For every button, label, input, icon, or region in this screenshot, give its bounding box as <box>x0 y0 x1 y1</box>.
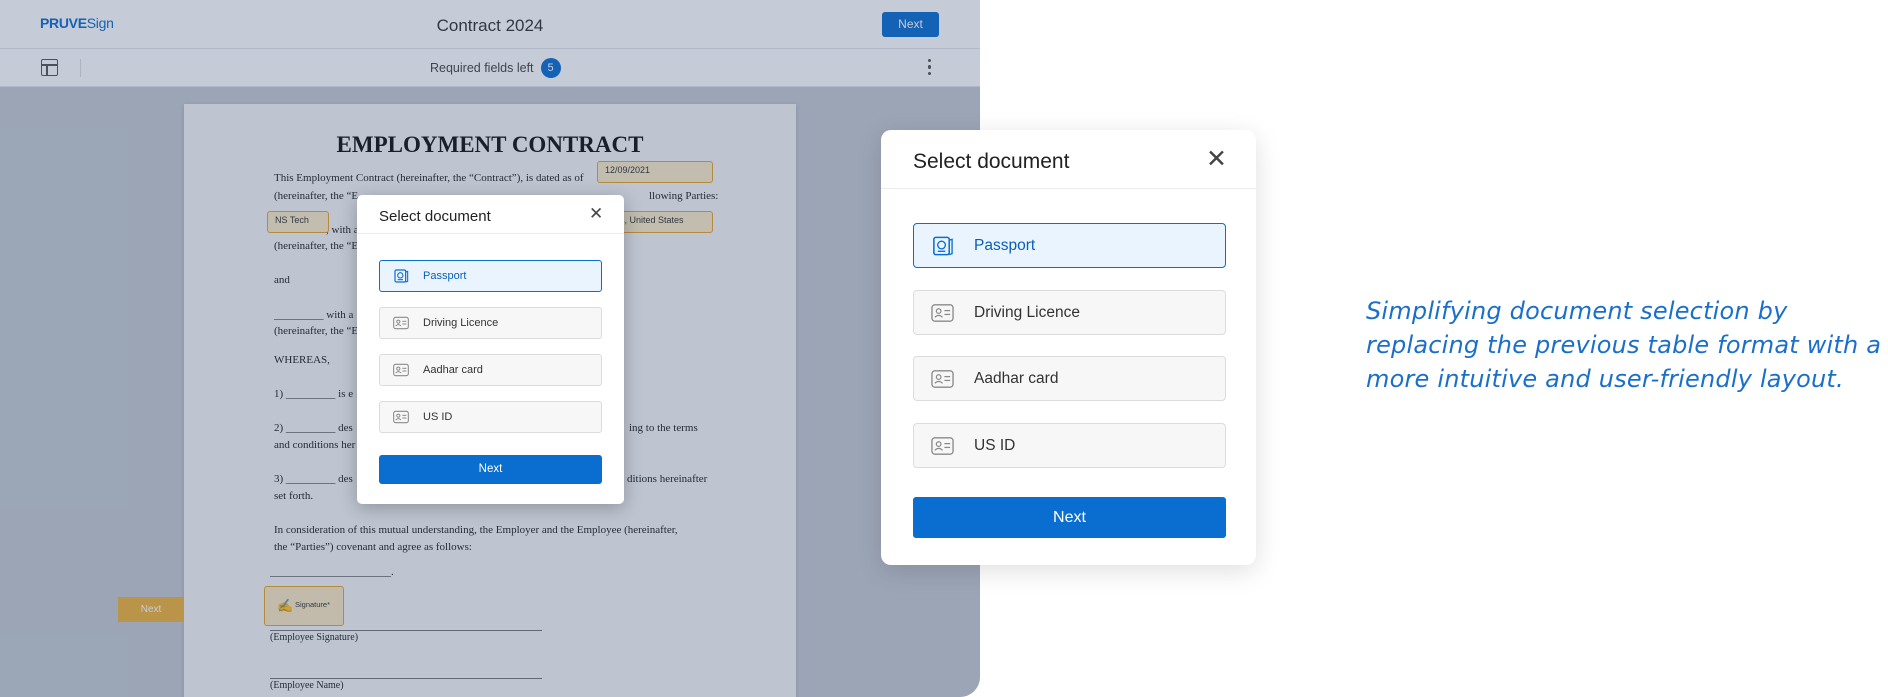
id-card-icon <box>393 316 409 330</box>
id-card-icon <box>393 363 409 377</box>
select-document-modal-small: Select document ✕ Passport Driving Licen… <box>357 195 624 504</box>
option-label: Aadhar card <box>974 370 1059 387</box>
option-aadhar-card[interactable]: Aadhar card <box>379 354 602 386</box>
option-label: Aadhar card <box>423 364 483 376</box>
close-icon[interactable]: ✕ <box>1206 146 1227 172</box>
app-screenshot: PRUVESign Contract 2024 Next Required fi… <box>0 0 980 697</box>
option-aadhar-card[interactable]: Aadhar card <box>913 356 1226 401</box>
option-label: Driving Licence <box>974 304 1080 321</box>
id-card-icon <box>931 437 954 455</box>
select-document-modal-large: Select document ✕ Passport Driving Licen… <box>881 130 1256 565</box>
close-icon[interactable]: ✕ <box>589 205 603 223</box>
option-us-id[interactable]: US ID <box>379 401 602 433</box>
option-label: US ID <box>423 411 453 423</box>
modal-next-button[interactable]: Next <box>913 497 1226 538</box>
modal-next-button[interactable]: Next <box>379 455 602 484</box>
option-driving-licence[interactable]: Driving Licence <box>379 307 602 339</box>
id-card-icon <box>931 304 954 322</box>
modal-divider <box>881 188 1256 189</box>
passport-icon <box>394 269 409 283</box>
id-card-icon <box>393 410 409 424</box>
option-label: US ID <box>974 437 1016 454</box>
passport-icon <box>933 236 953 256</box>
option-passport[interactable]: Passport <box>379 260 602 292</box>
presentation-slide: PRUVESign Contract 2024 Next Required fi… <box>0 0 1888 697</box>
option-label: Passport <box>423 270 467 282</box>
option-us-id[interactable]: US ID <box>913 423 1226 468</box>
modal-title: Select document <box>379 208 491 225</box>
option-driving-licence[interactable]: Driving Licence <box>913 290 1226 335</box>
option-passport[interactable]: Passport <box>913 223 1226 268</box>
id-card-icon <box>931 370 954 388</box>
option-label: Driving Licence <box>423 317 499 329</box>
option-label: Passport <box>974 237 1036 254</box>
modal-divider <box>357 233 624 234</box>
design-caption: Simplifying document selection by replac… <box>1366 297 1882 393</box>
modal-title: Select document <box>913 150 1070 173</box>
